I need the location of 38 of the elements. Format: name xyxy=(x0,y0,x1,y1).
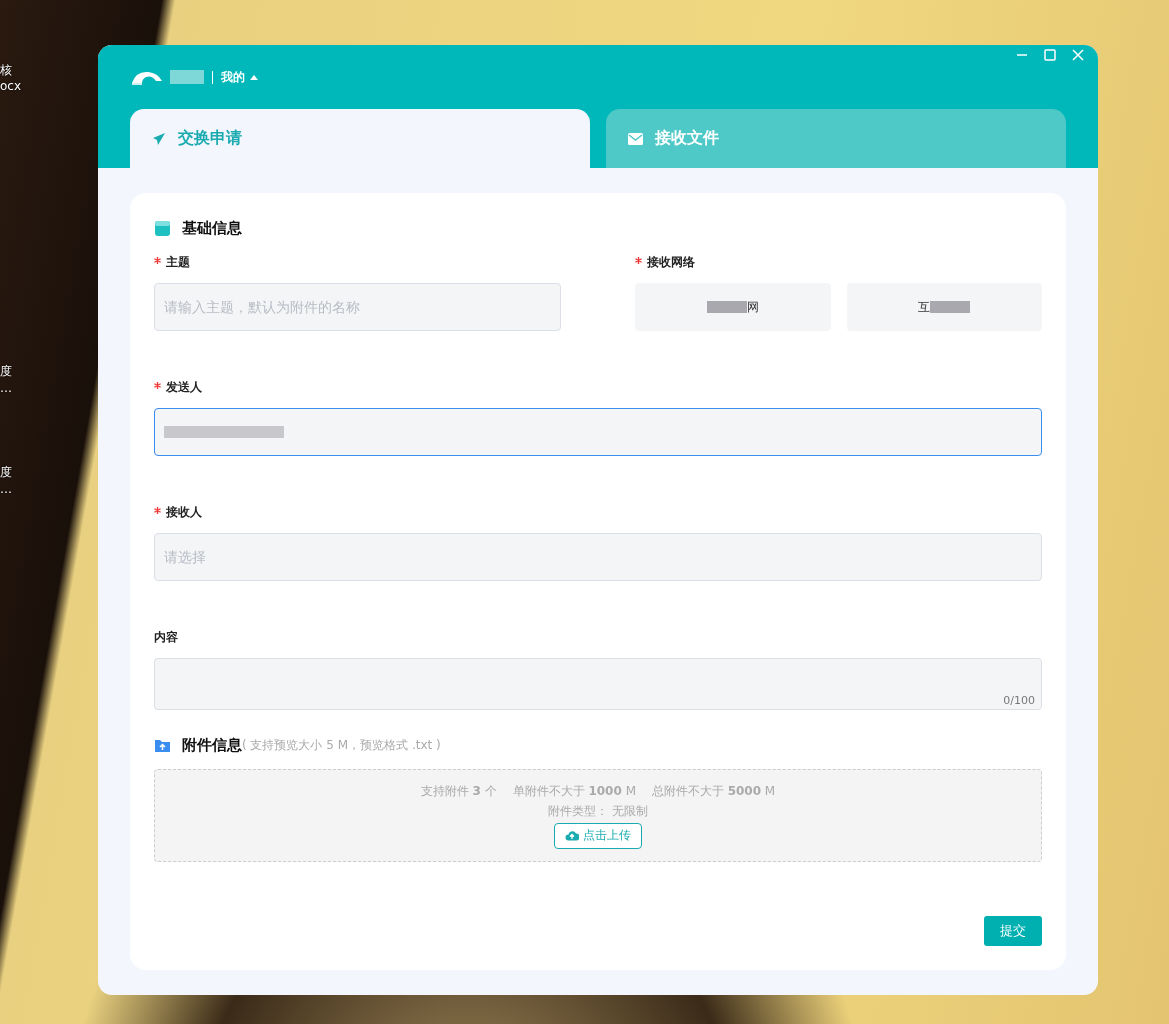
box-icon xyxy=(154,220,171,237)
maximize-icon[interactable] xyxy=(1044,49,1056,61)
field-label: 接收网络 xyxy=(647,254,695,271)
field-label: 主题 xyxy=(166,254,190,271)
receiver-select[interactable]: 请选择 xyxy=(154,533,1042,581)
desktop-icon-label: 度 xyxy=(0,464,12,481)
desktop-icon-label: 度 xyxy=(0,363,12,380)
field-label: 接收人 xyxy=(166,504,202,521)
field-label: 内容 xyxy=(154,629,178,646)
desktop-icon-label: ocx xyxy=(0,79,22,93)
desktop-icon-label: 核 xyxy=(0,62,12,79)
field-label: 发送人 xyxy=(166,379,202,396)
cloud-upload-icon xyxy=(565,830,579,841)
folder-upload-icon xyxy=(154,738,171,753)
tab[interactable]: 接收文件 xyxy=(606,109,1066,168)
user-menu[interactable]: 我的 xyxy=(221,68,258,86)
desktop-icon-label: … xyxy=(0,381,12,395)
sender-field[interactable] xyxy=(154,408,1042,456)
subject-field[interactable]: 请输入主题，默认为附件的名称 xyxy=(154,283,561,331)
network-option[interactable]: 互 xyxy=(846,283,1042,331)
redacted-block xyxy=(170,70,204,84)
section-hint: ( 支持预览大小 5 M，预览格式 .txt ) xyxy=(242,738,441,752)
upload-button[interactable]: 点击上传 xyxy=(554,822,642,849)
close-icon[interactable] xyxy=(1072,49,1084,61)
file-types: 附件类型： 无限制 xyxy=(548,802,648,820)
desktop-icon-label: … xyxy=(0,482,12,496)
tab[interactable]: 交换申请 xyxy=(130,109,590,168)
wave-logo-icon xyxy=(130,69,164,85)
network-option[interactable]: 网 xyxy=(635,283,831,331)
submit-button[interactable]: 提交 xyxy=(984,916,1042,946)
paper-plane-icon xyxy=(152,131,166,146)
caret-icon xyxy=(250,74,258,80)
content-textarea[interactable]: 0/100 xyxy=(154,658,1042,710)
section-title: 基础信息 xyxy=(182,219,242,238)
envelope-icon xyxy=(628,132,643,145)
section-title: 附件信息 xyxy=(182,736,242,755)
upload-dropzone[interactable]: 支持附件 3 个 单附件不大于 1000 M 总附件不大于 5000 M 附件类型： 无限制 点击上传 xyxy=(154,769,1042,862)
upload-limits: 支持附件 3 个 单附件不大于 1000 M 总附件不大于 5000 M xyxy=(420,782,776,800)
